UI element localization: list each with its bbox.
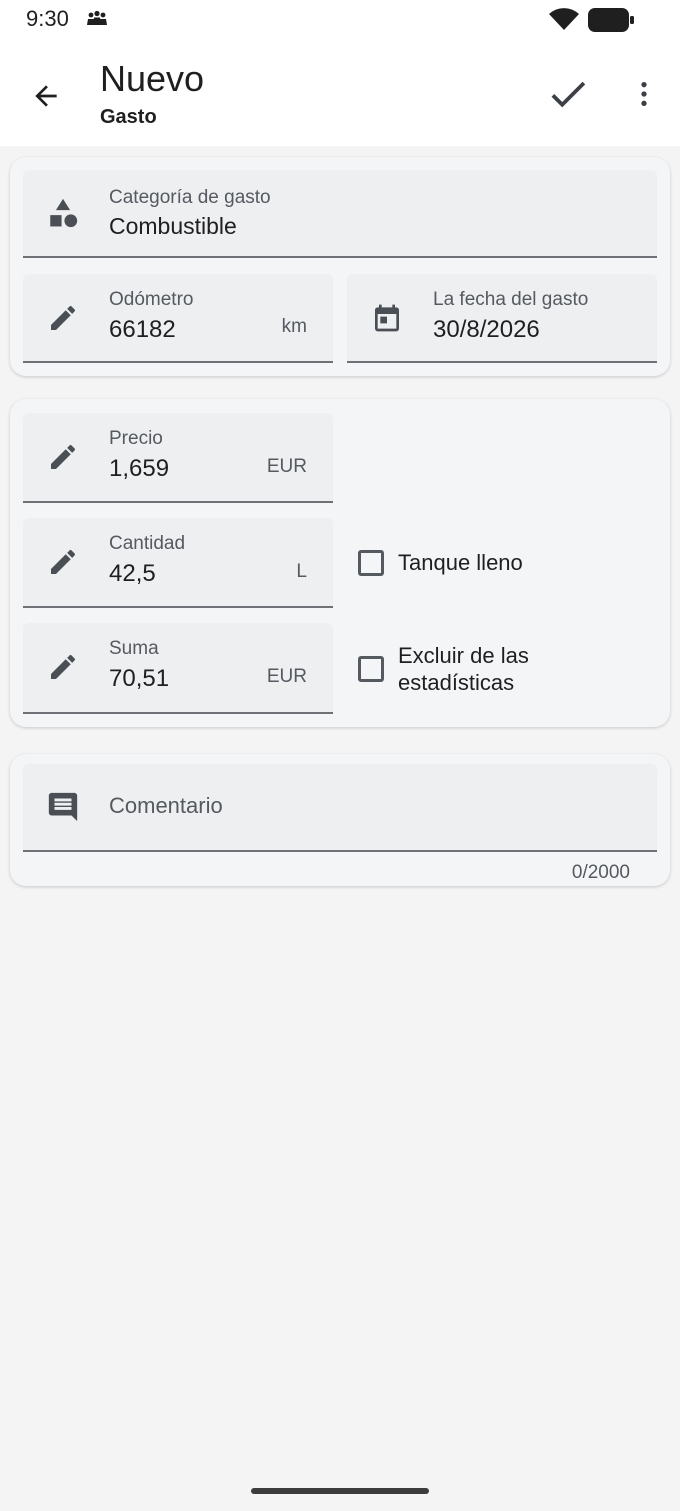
comment-placeholder: Comentario [109, 793, 223, 818]
status-bar: 9:30 [0, 0, 680, 40]
battery-icon [588, 8, 634, 37]
odometer-label: Odómetro [109, 289, 194, 310]
comment-icon [45, 789, 81, 825]
exclude-stats-checkbox[interactable]: Excluir de las estadísticas [358, 642, 529, 696]
sum-unit: EUR [266, 666, 307, 687]
quantity-value: 42,5 [109, 560, 156, 587]
full-tank-checkbox[interactable]: Tanque lleno [358, 549, 523, 576]
exclude-stats-checkbox-box[interactable] [358, 656, 384, 682]
price-value: 1,659 [109, 455, 170, 482]
date-value: 30/8/2026 [433, 316, 540, 343]
page-subtitle: Gasto [100, 106, 157, 128]
more-vert-icon [641, 82, 647, 106]
price-field[interactable]: Precio 1,659 EUR [23, 413, 333, 503]
fuel-card: Precio 1,659 EUR Cantidad 42,5 L Suma 70… [10, 399, 670, 727]
more-options-button[interactable] [620, 70, 668, 118]
full-tank-label: Tanque lleno [398, 550, 523, 575]
pencil-icon [45, 544, 81, 580]
exclude-stats-label-line1: Excluir de las [398, 643, 529, 668]
calendar-icon [369, 300, 405, 336]
pencil-icon [45, 300, 81, 336]
odometer-unit: km [281, 316, 307, 337]
save-button[interactable] [542, 68, 594, 120]
people-icon [86, 10, 108, 31]
quantity-field[interactable]: Cantidad 42,5 L [23, 518, 333, 608]
price-label: Precio [109, 428, 163, 449]
odometer-field[interactable]: Odómetro 66182 km [23, 274, 333, 363]
full-tank-checkbox-box[interactable] [358, 549, 384, 576]
sum-field[interactable]: Suma 70,51 EUR [23, 623, 333, 714]
price-unit: EUR [266, 456, 307, 477]
sum-label: Suma [109, 638, 159, 659]
date-label: La fecha del gasto [433, 289, 589, 310]
general-card: Categoría de gasto Combustible Odómetro … [10, 157, 670, 376]
check-icon [551, 81, 586, 108]
odometer-value: 66182 [109, 316, 176, 343]
quantity-unit: L [296, 561, 307, 582]
category-field[interactable]: Categoría de gasto Combustible [23, 170, 657, 258]
category-label: Categoría de gasto [109, 187, 271, 208]
comment-counter: 0/2000 [571, 862, 630, 883]
app-bar: Nuevo Gasto [0, 40, 680, 146]
quantity-label: Cantidad [109, 533, 186, 554]
date-field[interactable]: La fecha del gasto 30/8/2026 [347, 274, 657, 363]
pencil-icon [45, 649, 81, 685]
exclude-stats-label-line2: estadísticas [398, 670, 515, 695]
page-title: Nuevo [100, 58, 205, 99]
comment-card: Comentario 0/2000 [10, 754, 670, 886]
sum-value: 70,51 [109, 665, 170, 692]
pencil-icon [45, 439, 81, 475]
wifi-icon [548, 6, 580, 37]
home-indicator[interactable] [251, 1488, 429, 1494]
category-value: Combustible [109, 213, 237, 239]
arrow-back-icon [35, 85, 57, 107]
exclude-stats-label: Excluir de las estadísticas [398, 642, 529, 696]
back-button[interactable] [22, 72, 70, 120]
status-time: 9:30 [26, 6, 69, 31]
shapes-icon [45, 195, 81, 231]
comment-input[interactable]: Comentario [23, 764, 657, 852]
